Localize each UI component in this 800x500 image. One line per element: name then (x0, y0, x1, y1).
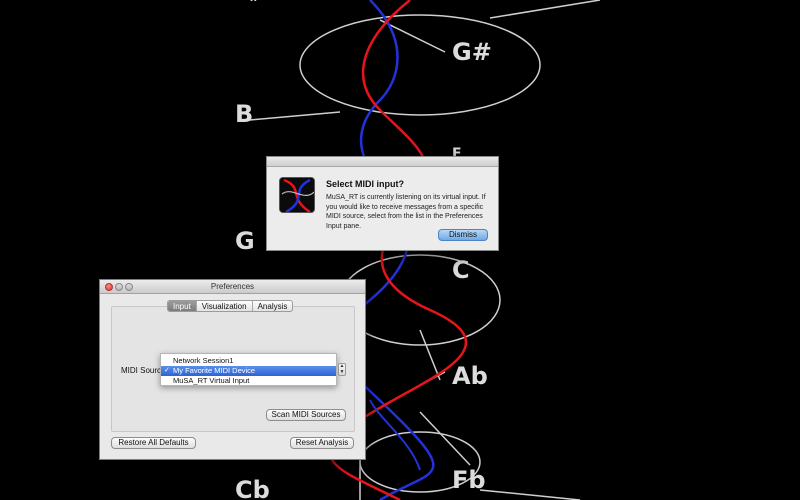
menu-item-label: Network Session1 (173, 356, 234, 365)
note-label-gsharp: G# (452, 38, 492, 66)
restore-all-defaults-button[interactable]: Restore All Defaults (111, 437, 196, 449)
tab-input[interactable]: Input (168, 301, 197, 311)
scan-midi-sources-button[interactable]: Scan MIDI Sources (266, 409, 346, 421)
menu-item-network-session[interactable]: Network Session1 (161, 356, 336, 366)
helix-spoke (479, 489, 581, 500)
menu-item-my-favorite-midi-device[interactable]: ✓ My Favorite MIDI Device (161, 366, 336, 376)
reset-analysis-button[interactable]: Reset Analysis (290, 437, 354, 449)
preferences-titlebar[interactable]: Preferences (100, 280, 365, 294)
helix-spoke (419, 411, 471, 466)
menu-item-label: MuSA_RT Virtual Input (173, 376, 250, 385)
alert-message: MuSA_RT is currently listening on its vi… (326, 194, 486, 230)
checkmark-icon: ✓ (164, 367, 170, 374)
note-label-g: G (235, 227, 255, 255)
dismiss-button[interactable]: Dismiss (438, 229, 488, 241)
note-label-cb: Cb (235, 476, 270, 500)
musa-rt-app-icon (279, 177, 315, 213)
helix-app-icon (280, 178, 314, 212)
select-midi-input-alert: Select MIDI input? MuSA_RT is currently … (266, 156, 499, 251)
note-label-c: C (452, 256, 470, 284)
note-label-sharp: # (248, 0, 261, 5)
preferences-window-title: Preferences (210, 282, 255, 291)
menu-item-musa-rt-virtual-input[interactable]: MuSA_RT Virtual Input (161, 376, 336, 386)
popup-arrows-icon[interactable]: ▲ ▼ (338, 363, 346, 376)
midi-source-popup-menu[interactable]: Network Session1 ✓ My Favorite MIDI Devi… (160, 353, 337, 386)
alert-titlebar (267, 157, 498, 167)
alert-title: Select MIDI input? (326, 179, 405, 189)
note-label-ab: Ab (452, 362, 488, 390)
midi-source-label: MIDI Source (121, 366, 166, 375)
menu-item-label: My Favorite MIDI Device (173, 366, 256, 375)
helix-ring (299, 14, 541, 116)
note-label-b: B (235, 100, 254, 128)
helix-spoke (489, 0, 601, 19)
tab-visualization[interactable]: Visualization (197, 301, 253, 311)
preferences-window: Preferences Input Visualization Analysis… (99, 279, 366, 460)
note-label-fb: Fb (452, 466, 486, 494)
tab-analysis[interactable]: Analysis (253, 301, 293, 311)
preferences-tab-bar: Input Visualization Analysis (167, 300, 294, 312)
helix-spoke (419, 329, 441, 381)
helix-spoke (249, 111, 341, 121)
